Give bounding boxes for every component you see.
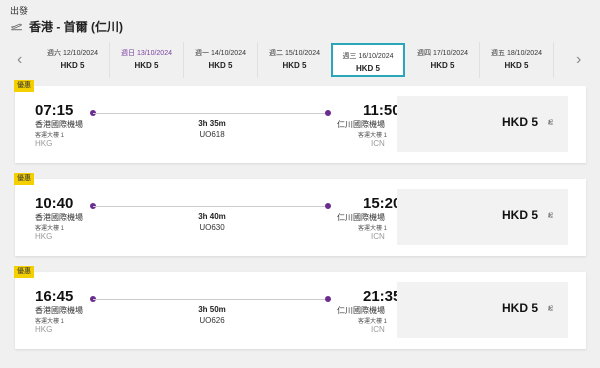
departure-terminal: 客運大樓 1 [35,133,65,139]
date-label: 週五 18/10/2024 [491,50,542,57]
date-price: HKD 5 [208,61,233,70]
destination-dot [325,296,331,302]
fare-price: HKD 5 [501,115,538,129]
flight-number: UO626 [199,316,225,325]
deal-badge: 優惠 [14,80,34,92]
departure-terminal: 客運大樓 1 [35,226,65,232]
route-line [93,113,327,114]
deal-badge: 優惠 [14,173,34,185]
departure-code: HKG [35,139,53,148]
date-price: HKD 5 [60,61,85,70]
price-button[interactable]: HKD 5 起 [397,282,568,338]
departure-code: HKG [35,232,53,241]
date-price: HKD 5 [504,61,529,70]
flight-duration: 3h 50m [198,305,226,314]
departure-code: HKG [35,325,53,334]
arrival-code: ICN [371,325,385,334]
flight-number: UO618 [199,130,225,139]
arrival-airport: 仁川國際機場 [337,120,385,129]
departure-airport: 香港國際機場 [35,306,83,315]
next-dates-arrow-icon[interactable]: › [576,52,581,68]
date-label: 週六 12/10/2024 [47,50,98,57]
previous-dates-arrow-icon[interactable]: ‹ [17,52,22,68]
route-title: 香港 - 首爾 (仁川) [10,18,123,35]
flight-duration: 3h 40m [198,212,226,221]
price-button[interactable]: HKD 5 起 [397,189,568,245]
flight-number: UO630 [199,223,225,232]
date-price: HKD 5 [430,61,455,70]
plane-icon [10,23,22,31]
header: 出發 香港 - 首爾 (仁川) [0,0,600,40]
date-price: HKD 5 [355,64,380,73]
date-label: 週四 17/10/2024 [417,50,468,57]
date-price: HKD 5 [282,61,307,70]
arrival-terminal: 客運大樓 1 [358,319,388,325]
date-cell[interactable]: 週一 14/10/2024 HKD 5 [184,42,258,78]
flight-card[interactable]: 07:15 香港國際機場 客運大樓 1 HKG 3h 35m UO618 11:… [15,86,586,163]
price-from-label: 起 [548,306,554,312]
date-cell-selected[interactable]: 週三 16/10/2024 HKD 5 [331,43,405,77]
date-cell[interactable]: 週二 15/10/2024 HKD 5 [258,42,332,78]
arrival-time: 21:35 [363,288,402,305]
flight-card[interactable]: 16:45 香港國際機場 客運大樓 1 HKG 3h 50m UO626 21:… [15,272,586,349]
departure-terminal: 客運大樓 1 [35,319,65,325]
fare-price: HKD 5 [501,208,538,222]
date-label: 週三 16/10/2024 [342,53,394,60]
arrival-code: ICN [371,139,385,148]
departure-label: 出發 [10,6,29,16]
date-strip: ‹ 週六 12/10/2024 HKD 5 週日 13/10/2024 HKD … [0,42,600,78]
departure-time: 16:45 [35,288,74,305]
date-label: 週二 15/10/2024 [269,50,320,57]
price-button[interactable]: HKD 5 起 [397,96,568,152]
destination-dot [325,203,331,209]
arrival-airport: 仁川國際機場 [337,213,385,222]
date-cell[interactable]: 週五 18/10/2024 HKD 5 [480,42,554,78]
date-label: 週一 14/10/2024 [195,50,246,57]
destination-dot [325,110,331,116]
route-line [93,299,327,300]
arrival-code: ICN [371,232,385,241]
date-cell[interactable]: 週六 12/10/2024 HKD 5 [36,42,110,78]
deal-badge: 優惠 [14,266,34,278]
route-text: 香港 - 首爾 (仁川) [29,20,123,34]
arrival-terminal: 客運大樓 1 [358,226,388,232]
arrival-airport: 仁川國際機場 [337,306,385,315]
fare-price: HKD 5 [501,301,538,315]
departure-time: 10:40 [35,195,74,212]
arrival-time: 15:20 [363,195,402,212]
departure-airport: 香港國際機場 [35,120,83,129]
date-label: 週日 13/10/2024 [121,50,172,57]
departure-time: 07:15 [35,102,74,119]
flight-card[interactable]: 10:40 香港國際機場 客運大樓 1 HKG 3h 40m UO630 15:… [15,179,586,256]
arrival-terminal: 客運大樓 1 [358,133,388,139]
route-line [93,206,327,207]
departure-airport: 香港國際機場 [35,213,83,222]
flight-duration: 3h 35m [198,119,226,128]
arrival-time: 11:50 [363,102,401,119]
price-from-label: 起 [548,120,554,126]
date-cell[interactable]: 週四 17/10/2024 HKD 5 [406,42,480,78]
price-from-label: 起 [548,213,554,219]
date-price: HKD 5 [134,61,159,70]
date-cell[interactable]: 週日 13/10/2024 HKD 5 [110,42,184,78]
